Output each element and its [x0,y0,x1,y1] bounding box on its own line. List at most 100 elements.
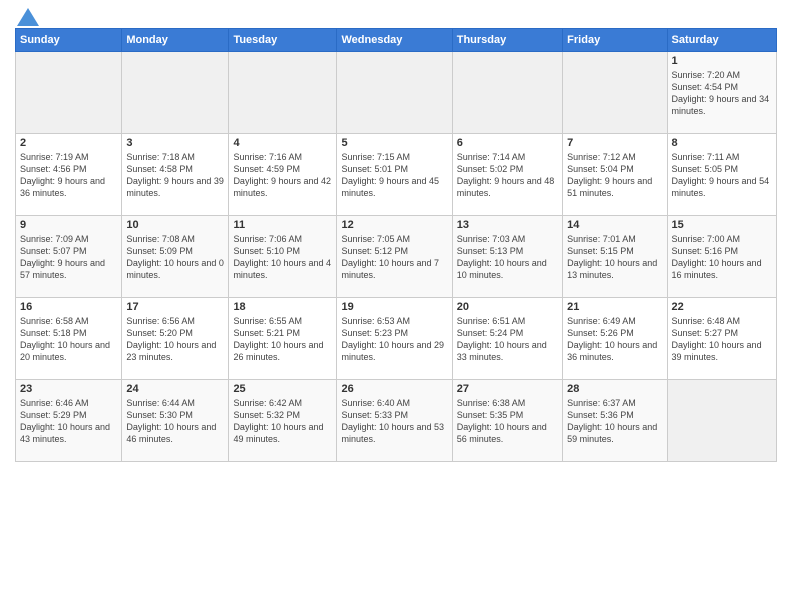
day-info: Sunrise: 6:44 AM Sunset: 5:30 PM Dayligh… [126,397,224,446]
week-row-3: 16Sunrise: 6:58 AM Sunset: 5:18 PM Dayli… [16,298,777,380]
week-row-0: 1Sunrise: 7:20 AM Sunset: 4:54 PM Daylig… [16,52,777,134]
day-info: Sunrise: 6:53 AM Sunset: 5:23 PM Dayligh… [341,315,447,364]
day-number: 4 [233,137,332,149]
day-info: Sunrise: 7:03 AM Sunset: 5:13 PM Dayligh… [457,233,558,282]
calendar-cell: 12 Sunrise: 7:05 AM Sunset: 5:12 PM Dayli… [337,216,452,298]
calendar-cell: 23 Sunrise: 6:46 AM Sunset: 5:29 PM Dayli… [16,380,122,462]
column-header-monday: Monday [122,29,229,52]
calendar-cell: 9 Sunrise: 7:09 AM Sunset: 5:07 PM Daylig… [16,216,122,298]
calendar-cell: 24 Sunrise: 6:44 AM Sunset: 5:30 PM Dayli… [122,380,229,462]
day-info: Sunrise: 7:11 AM Sunset: 5:05 PM Dayligh… [672,151,772,200]
day-number: 26 [341,383,447,395]
column-header-sunday: Sunday [16,29,122,52]
day-number: 21 [567,301,662,313]
calendar-cell: 11Sunrise: 7:06 AM Sunset: 5:10 PM Dayli… [229,216,337,298]
calendar-cell: 7 Sunrise: 7:12 AM Sunset: 5:04 PM Daylig… [563,134,667,216]
calendar-cell: 3 Sunrise: 7:18 AM Sunset: 4:58 PM Daylig… [122,134,229,216]
calendar-cell: 4 Sunrise: 7:16 AM Sunset: 4:59 PM Daylig… [229,134,337,216]
page-header [15,10,777,20]
calendar-table: SundayMondayTuesdayWednesdayThursdayFrid… [15,28,777,462]
day-number: 17 [126,301,224,313]
day-info: Sunrise: 6:55 AM Sunset: 5:21 PM Dayligh… [233,315,332,364]
day-info: Sunrise: 7:19 AM Sunset: 4:56 PM Dayligh… [20,151,117,200]
day-number: 27 [457,383,558,395]
day-info: Sunrise: 7:18 AM Sunset: 4:58 PM Dayligh… [126,151,224,200]
calendar-cell: 13 Sunrise: 7:03 AM Sunset: 5:13 PM Dayli… [452,216,562,298]
calendar-cell [16,52,122,134]
day-info: Sunrise: 6:58 AM Sunset: 5:18 PM Dayligh… [20,315,117,364]
calendar-cell: 15 Sunrise: 7:00 AM Sunset: 5:16 PM Dayli… [667,216,776,298]
calendar-cell: 2 Sunrise: 7:19 AM Sunset: 4:56 PM Daylig… [16,134,122,216]
day-number: 13 [457,219,558,231]
day-number: 24 [126,383,224,395]
calendar-cell: 21 Sunrise: 6:49 AM Sunset: 5:26 PM Dayli… [563,298,667,380]
day-info: Sunrise: 7:00 AM Sunset: 5:16 PM Dayligh… [672,233,772,282]
day-number: 15 [672,219,772,231]
day-info: Sunrise: 6:40 AM Sunset: 5:33 PM Dayligh… [341,397,447,446]
calendar-cell: 26 Sunrise: 6:40 AM Sunset: 5:33 PM Dayli… [337,380,452,462]
day-number: 10 [126,219,224,231]
day-number: 3 [126,137,224,149]
calendar-cell [122,52,229,134]
day-info: Sunrise: 6:46 AM Sunset: 5:29 PM Dayligh… [20,397,117,446]
calendar-cell: 6 Sunrise: 7:14 AM Sunset: 5:02 PM Daylig… [452,134,562,216]
day-number: 25 [233,383,332,395]
day-info: Sunrise: 6:51 AM Sunset: 5:24 PM Dayligh… [457,315,558,364]
calendar-cell: 10 Sunrise: 7:08 AM Sunset: 5:09 PM Dayli… [122,216,229,298]
day-info: Sunrise: 7:12 AM Sunset: 5:04 PM Dayligh… [567,151,662,200]
day-info: Sunrise: 7:01 AM Sunset: 5:15 PM Dayligh… [567,233,662,282]
day-info: Sunrise: 7:16 AM Sunset: 4:59 PM Dayligh… [233,151,332,200]
column-header-wednesday: Wednesday [337,29,452,52]
calendar-cell: 16Sunrise: 6:58 AM Sunset: 5:18 PM Dayli… [16,298,122,380]
day-number: 14 [567,219,662,231]
calendar-cell: 22 Sunrise: 6:48 AM Sunset: 5:27 PM Dayli… [667,298,776,380]
column-header-thursday: Thursday [452,29,562,52]
day-number: 18 [233,301,332,313]
week-row-1: 2 Sunrise: 7:19 AM Sunset: 4:56 PM Daylig… [16,134,777,216]
logo-icon [17,8,39,26]
day-info: Sunrise: 7:20 AM Sunset: 4:54 PM Dayligh… [672,69,772,118]
calendar-cell: 14 Sunrise: 7:01 AM Sunset: 5:15 PM Dayli… [563,216,667,298]
day-info: Sunrise: 7:09 AM Sunset: 5:07 PM Dayligh… [20,233,117,282]
day-info: Sunrise: 7:06 AM Sunset: 5:10 PM Dayligh… [233,233,332,282]
day-info: Sunrise: 7:05 AM Sunset: 5:12 PM Dayligh… [341,233,447,282]
week-row-2: 9 Sunrise: 7:09 AM Sunset: 5:07 PM Daylig… [16,216,777,298]
day-number: 22 [672,301,772,313]
calendar-cell [563,52,667,134]
calendar-cell: 17 Sunrise: 6:56 AM Sunset: 5:20 PM Dayli… [122,298,229,380]
calendar-cell [667,380,776,462]
day-info: Sunrise: 6:48 AM Sunset: 5:27 PM Dayligh… [672,315,772,364]
day-info: Sunrise: 7:14 AM Sunset: 5:02 PM Dayligh… [457,151,558,200]
day-number: 8 [672,137,772,149]
day-number: 19 [341,301,447,313]
day-number: 20 [457,301,558,313]
day-info: Sunrise: 6:42 AM Sunset: 5:32 PM Dayligh… [233,397,332,446]
day-info: Sunrise: 6:38 AM Sunset: 5:35 PM Dayligh… [457,397,558,446]
day-info: Sunrise: 6:49 AM Sunset: 5:26 PM Dayligh… [567,315,662,364]
column-header-tuesday: Tuesday [229,29,337,52]
day-number: 7 [567,137,662,149]
page-container: SundayMondayTuesdayWednesdayThursdayFrid… [0,0,792,472]
day-info: Sunrise: 7:15 AM Sunset: 5:01 PM Dayligh… [341,151,447,200]
calendar-cell: 28Sunrise: 6:37 AM Sunset: 5:36 PM Dayli… [563,380,667,462]
day-number: 23 [20,383,117,395]
calendar-cell: 20 Sunrise: 6:51 AM Sunset: 5:24 PM Dayli… [452,298,562,380]
calendar-cell: 19 Sunrise: 6:53 AM Sunset: 5:23 PM Dayli… [337,298,452,380]
logo [15,10,39,20]
calendar-cell: 1Sunrise: 7:20 AM Sunset: 4:54 PM Daylig… [667,52,776,134]
day-info: Sunrise: 7:08 AM Sunset: 5:09 PM Dayligh… [126,233,224,282]
calendar-cell [452,52,562,134]
calendar-header-row: SundayMondayTuesdayWednesdayThursdayFrid… [16,29,777,52]
day-number: 28 [567,383,662,395]
day-number: 9 [20,219,117,231]
calendar-cell [229,52,337,134]
day-number: 2 [20,137,117,149]
week-row-4: 23 Sunrise: 6:46 AM Sunset: 5:29 PM Dayli… [16,380,777,462]
day-number: 12 [341,219,447,231]
day-info: Sunrise: 6:56 AM Sunset: 5:20 PM Dayligh… [126,315,224,364]
calendar-cell: 8 Sunrise: 7:11 AM Sunset: 5:05 PM Daylig… [667,134,776,216]
calendar-cell [337,52,452,134]
day-number: 6 [457,137,558,149]
calendar-cell: 27 Sunrise: 6:38 AM Sunset: 5:35 PM Dayli… [452,380,562,462]
calendar-cell: 5Sunrise: 7:15 AM Sunset: 5:01 PM Daylig… [337,134,452,216]
